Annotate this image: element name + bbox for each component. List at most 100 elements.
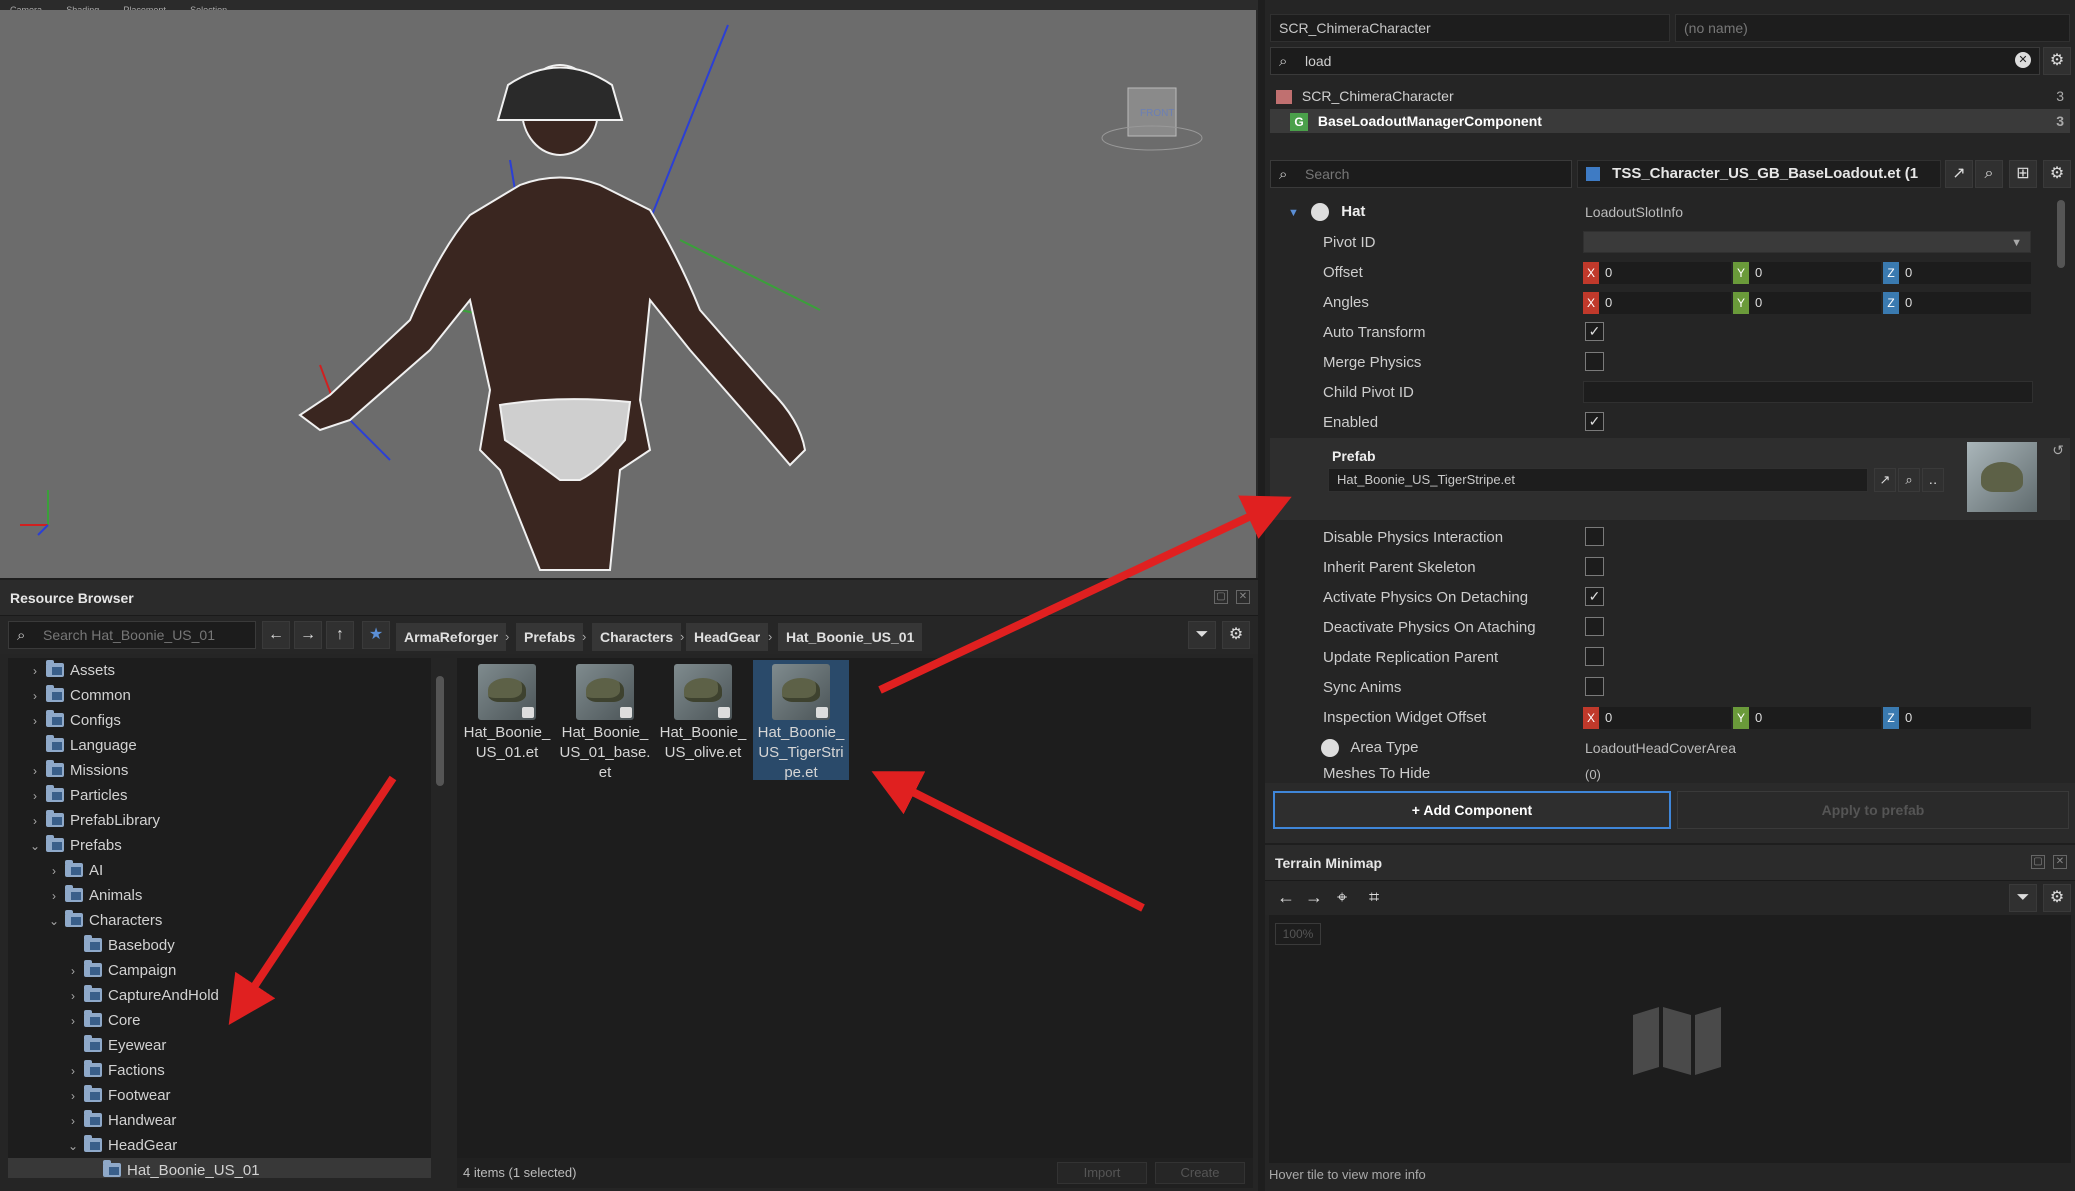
tree-item[interactable]: › Footwear	[8, 1083, 431, 1108]
create-button[interactable]: Create	[1155, 1162, 1245, 1184]
chevron-right-icon[interactable]: ›	[28, 659, 42, 684]
reset-icon[interactable]: ↺	[2052, 442, 2064, 459]
auto-transform-checkbox[interactable]: ✓	[1585, 322, 1604, 341]
tree-item[interactable]: › CaptureAndHold	[8, 983, 431, 1008]
apply-to-prefab-button[interactable]: Apply to prefab	[1677, 791, 2069, 829]
component-filter[interactable]: ⌕ ✕	[1270, 47, 2040, 75]
tree-item[interactable]: › Assets	[8, 658, 431, 683]
chevron-right-icon[interactable]: ›	[66, 1009, 80, 1034]
file-item[interactable]: Hat_Boonie_ US_01.et	[459, 660, 555, 780]
component-row-selected[interactable]: G BaseLoadoutManagerComponent 3	[1270, 109, 2070, 133]
tree-item[interactable]: ⌄ HeadGear	[8, 1133, 431, 1158]
enabled-checkbox[interactable]: ✓	[1585, 412, 1604, 431]
tree-item[interactable]: ⌄ Prefabs	[8, 833, 431, 858]
tree-item[interactable]: › Configs	[8, 708, 431, 733]
arrow-right-icon[interactable]: →	[1305, 887, 1323, 908]
tree-item[interactable]: › Factions	[8, 1058, 431, 1083]
breadcrumb-characters[interactable]: Characters	[592, 623, 682, 651]
import-button[interactable]: Import	[1057, 1162, 1147, 1184]
tree-item[interactable]: › Missions	[8, 758, 431, 783]
file-item[interactable]: Hat_Boonie_ US_01_base. et	[557, 660, 653, 781]
widget-offset-y-input[interactable]: 0	[1749, 707, 1881, 729]
resource-search[interactable]: ⌕	[8, 621, 256, 649]
tree-item[interactable]: › AI	[8, 858, 431, 883]
deactivate-physics-on-ataching-checkbox[interactable]	[1585, 617, 1604, 636]
property-search-input[interactable]	[1305, 164, 1545, 184]
tree-item[interactable]: › PrefabLibrary	[8, 808, 431, 833]
inherit-parent-skeleton-checkbox[interactable]	[1585, 557, 1604, 576]
3d-viewport[interactable]: FRONT	[0, 10, 1258, 578]
add-component-button[interactable]: + Add Component	[1273, 791, 1671, 829]
tree-item[interactable]: Language	[8, 733, 431, 758]
tree-item[interactable]: ⌄ Characters	[8, 908, 431, 933]
tree-item[interactable]: Basebody	[8, 933, 431, 958]
prefab-path-input[interactable]: Hat_Boonie_US_TigerStripe.et	[1328, 468, 1868, 492]
chevron-right-icon[interactable]: ›	[28, 809, 42, 834]
widget-offset-x-input[interactable]: 0	[1599, 707, 1731, 729]
angles-z-input[interactable]: 0	[1899, 292, 2031, 314]
offset-x-input[interactable]: 0	[1599, 262, 1731, 284]
tree-item[interactable]: › Particles	[8, 783, 431, 808]
chevron-right-icon[interactable]: ›	[28, 759, 42, 784]
minimap-canvas[interactable]: 100%	[1269, 915, 2071, 1163]
offset-y-input[interactable]: 0	[1749, 262, 1881, 284]
prefab-source-dropdown[interactable]: TSS_Character_US_GB_BaseLoadout.et (1	[1577, 160, 1941, 188]
maximize-icon[interactable]: ▢	[2031, 855, 2045, 869]
chevron-right-icon[interactable]: ›	[66, 1109, 80, 1134]
sync-anims-checkbox[interactable]	[1585, 677, 1604, 696]
component-filter-input[interactable]	[1305, 51, 1920, 71]
chevron-right-icon[interactable]: ›	[28, 709, 42, 734]
inspector-settings-button[interactable]: ⚙	[2043, 160, 2071, 188]
open-external-button[interactable]: ↗	[1945, 160, 1973, 188]
file-item[interactable]: Hat_Boonie_ US_olive.et	[655, 660, 751, 780]
up-button[interactable]: ↑	[326, 621, 354, 649]
chevron-right-icon[interactable]: ›	[28, 684, 42, 709]
chevron-right-icon[interactable]: ›	[66, 1084, 80, 1109]
chevron-right-icon[interactable]: ›	[66, 959, 80, 984]
filter-button[interactable]: ⏷	[1188, 621, 1216, 649]
browse-prefab-button[interactable]: ‥	[1922, 468, 1944, 492]
inspector-scrollbar[interactable]	[2057, 200, 2065, 268]
angles-y-input[interactable]: 0	[1749, 292, 1881, 314]
maximize-icon[interactable]: ▢	[1214, 590, 1228, 604]
entity-class-field[interactable]: SCR_ChimeraCharacter	[1270, 14, 1670, 42]
back-button[interactable]: ←	[262, 621, 290, 649]
widget-offset-z-input[interactable]: 0	[1899, 707, 2031, 729]
chevron-right-icon[interactable]: ›	[66, 984, 80, 1009]
chevron-right-icon[interactable]: ›	[47, 884, 61, 909]
offset-z-input[interactable]: 0	[1899, 262, 2031, 284]
breadcrumb-armareforger[interactable]: ArmaReforger	[396, 623, 507, 651]
locate-prefab-button[interactable]: ⌕	[1898, 468, 1920, 492]
tree-item[interactable]: › Handwear	[8, 1108, 431, 1133]
tree-item[interactable]: › Animals	[8, 883, 431, 908]
chevron-right-icon[interactable]: ›	[66, 1059, 80, 1084]
tree-scrollbar[interactable]	[436, 676, 444, 786]
breadcrumb-hat-boonie[interactable]: Hat_Boonie_US_01	[778, 623, 923, 651]
chevron-right-icon[interactable]: ›	[28, 784, 42, 809]
find-button[interactable]: ⌕	[1975, 160, 2003, 188]
section-hat[interactable]: ▼ Hat	[1288, 198, 1365, 226]
merge-physics-checkbox[interactable]	[1585, 352, 1604, 371]
chevron-down-icon[interactable]: ⌄	[28, 834, 42, 859]
tree-item[interactable]: › Campaign	[8, 958, 431, 983]
activate-physics-on-detaching-checkbox[interactable]: ✓	[1585, 587, 1604, 606]
chevron-down-icon[interactable]: ⌄	[47, 909, 61, 934]
arrow-left-icon[interactable]: ←	[1277, 887, 1295, 908]
area-type-row[interactable]: Area Type	[1321, 733, 1418, 763]
chevron-right-icon[interactable]: ›	[47, 859, 61, 884]
forward-button[interactable]: →	[294, 621, 322, 649]
property-search[interactable]: ⌕	[1270, 160, 1572, 188]
angles-x-input[interactable]: 0	[1599, 292, 1731, 314]
clear-icon[interactable]: ✕	[2015, 52, 2031, 68]
tree-item[interactable]: › Common	[8, 683, 431, 708]
filter-settings-button[interactable]: ⚙	[2043, 47, 2071, 75]
breadcrumb-prefabs[interactable]: Prefabs	[516, 623, 584, 651]
favorites-button[interactable]: ★	[362, 621, 390, 649]
open-prefab-button[interactable]: ↗	[1874, 468, 1896, 492]
tree-item[interactable]: Hat_Boonie_US_01	[8, 1158, 431, 1178]
minimap-settings-button[interactable]: ⚙	[2043, 884, 2071, 912]
resource-search-input[interactable]	[43, 625, 240, 645]
chevron-down-icon[interactable]: ⌄	[66, 1134, 80, 1159]
hierarchy-button[interactable]: ⊞	[2009, 160, 2037, 188]
tree-item[interactable]: › Core	[8, 1008, 431, 1033]
